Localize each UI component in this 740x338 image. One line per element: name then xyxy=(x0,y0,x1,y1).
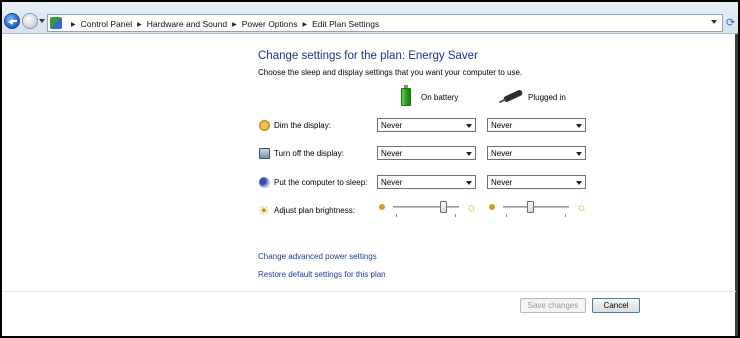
chevron-down-icon xyxy=(576,124,582,128)
slider-tick xyxy=(565,214,566,217)
select-value: Never xyxy=(491,121,513,130)
sleep-battery-select[interactable]: Never xyxy=(377,175,476,189)
breadcrumb-control-panel[interactable]: Control Panel xyxy=(81,19,133,29)
sleep-plugged-select[interactable]: Never xyxy=(487,175,586,189)
slider-track[interactable] xyxy=(503,206,569,208)
dim-display-plugged-select[interactable]: Never xyxy=(487,118,586,132)
chevron-down-icon xyxy=(576,152,582,156)
chevron-right-icon[interactable]: ▶ xyxy=(137,21,142,28)
select-value: Never xyxy=(381,178,403,187)
select-value: Never xyxy=(491,178,513,187)
footer-divider xyxy=(2,291,736,292)
dim-sun-icon xyxy=(379,204,385,210)
bright-sun-icon: ☼ xyxy=(466,200,477,214)
address-dropdown-icon[interactable] xyxy=(711,20,717,24)
save-changes-button[interactable]: Save changes xyxy=(520,298,586,313)
dim-display-battery-select[interactable]: Never xyxy=(377,118,476,132)
breadcrumb: ▶ Control Panel ▶ Hardware and Sound ▶ P… xyxy=(66,18,379,30)
cancel-button[interactable]: Cancel xyxy=(592,298,640,313)
dim-display-label: Dim the display: xyxy=(274,121,331,130)
slider-tick xyxy=(506,214,507,217)
address-bar-area: ▶ Control Panel ▶ Hardware and Sound ▶ P… xyxy=(2,2,738,34)
turn-off-display-label: Turn off the display: xyxy=(274,149,344,158)
sleep-label: Put the computer to sleep: xyxy=(274,178,368,187)
turn-off-display-battery-select[interactable]: Never xyxy=(377,146,476,160)
breadcrumb-power-options[interactable]: Power Options xyxy=(242,19,298,29)
slider-tick xyxy=(396,214,397,217)
battery-icon xyxy=(401,85,411,106)
page-title: Change settings for the plan: Energy Sav… xyxy=(258,50,478,62)
forward-arrow-icon[interactable] xyxy=(22,13,38,29)
chevron-right-icon[interactable]: ▶ xyxy=(71,21,76,28)
sleep-moon-icon xyxy=(259,177,270,188)
page-subtitle: Choose the sleep and display settings th… xyxy=(258,68,523,77)
back-arrow-icon[interactable] xyxy=(4,13,20,29)
change-advanced-settings-link[interactable]: Change advanced power settings xyxy=(258,252,377,261)
select-value: Never xyxy=(491,149,513,158)
column-header-plugged-in: Plugged in xyxy=(528,93,566,102)
chevron-down-icon xyxy=(466,124,472,128)
slider-thumb[interactable] xyxy=(526,201,534,213)
column-header-on-battery: On battery xyxy=(421,93,459,102)
chevron-down-icon xyxy=(466,181,472,185)
dim-display-icon xyxy=(259,120,270,131)
slider-track[interactable] xyxy=(393,206,459,208)
breadcrumb-hardware-and-sound[interactable]: Hardware and Sound xyxy=(147,19,227,29)
monitor-icon xyxy=(259,148,270,159)
slider-thumb[interactable] xyxy=(440,201,448,213)
chevron-down-icon xyxy=(576,181,582,185)
brightness-label: Adjust plan brightness: xyxy=(274,206,355,215)
control-panel-icon xyxy=(50,17,62,29)
recent-pages-dropdown-icon[interactable] xyxy=(39,19,45,23)
select-value: Never xyxy=(381,121,403,130)
slider-tick xyxy=(455,214,456,217)
chevron-right-icon[interactable]: ▶ xyxy=(302,21,307,28)
turn-off-display-plugged-select[interactable]: Never xyxy=(487,146,586,160)
sun-icon: ☀ xyxy=(258,203,270,218)
chevron-down-icon xyxy=(466,152,472,156)
address-bar[interactable]: ▶ Control Panel ▶ Hardware and Sound ▶ P… xyxy=(47,14,723,32)
dim-sun-icon xyxy=(489,204,495,210)
chevron-right-icon[interactable]: ▶ xyxy=(232,21,237,28)
select-value: Never xyxy=(381,149,403,158)
refresh-icon[interactable]: ⟳ xyxy=(726,16,735,29)
bright-sun-icon: ☼ xyxy=(576,200,587,214)
restore-defaults-link[interactable]: Restore default settings for this plan xyxy=(258,270,386,279)
breadcrumb-edit-plan-settings[interactable]: Edit Plan Settings xyxy=(312,19,379,29)
